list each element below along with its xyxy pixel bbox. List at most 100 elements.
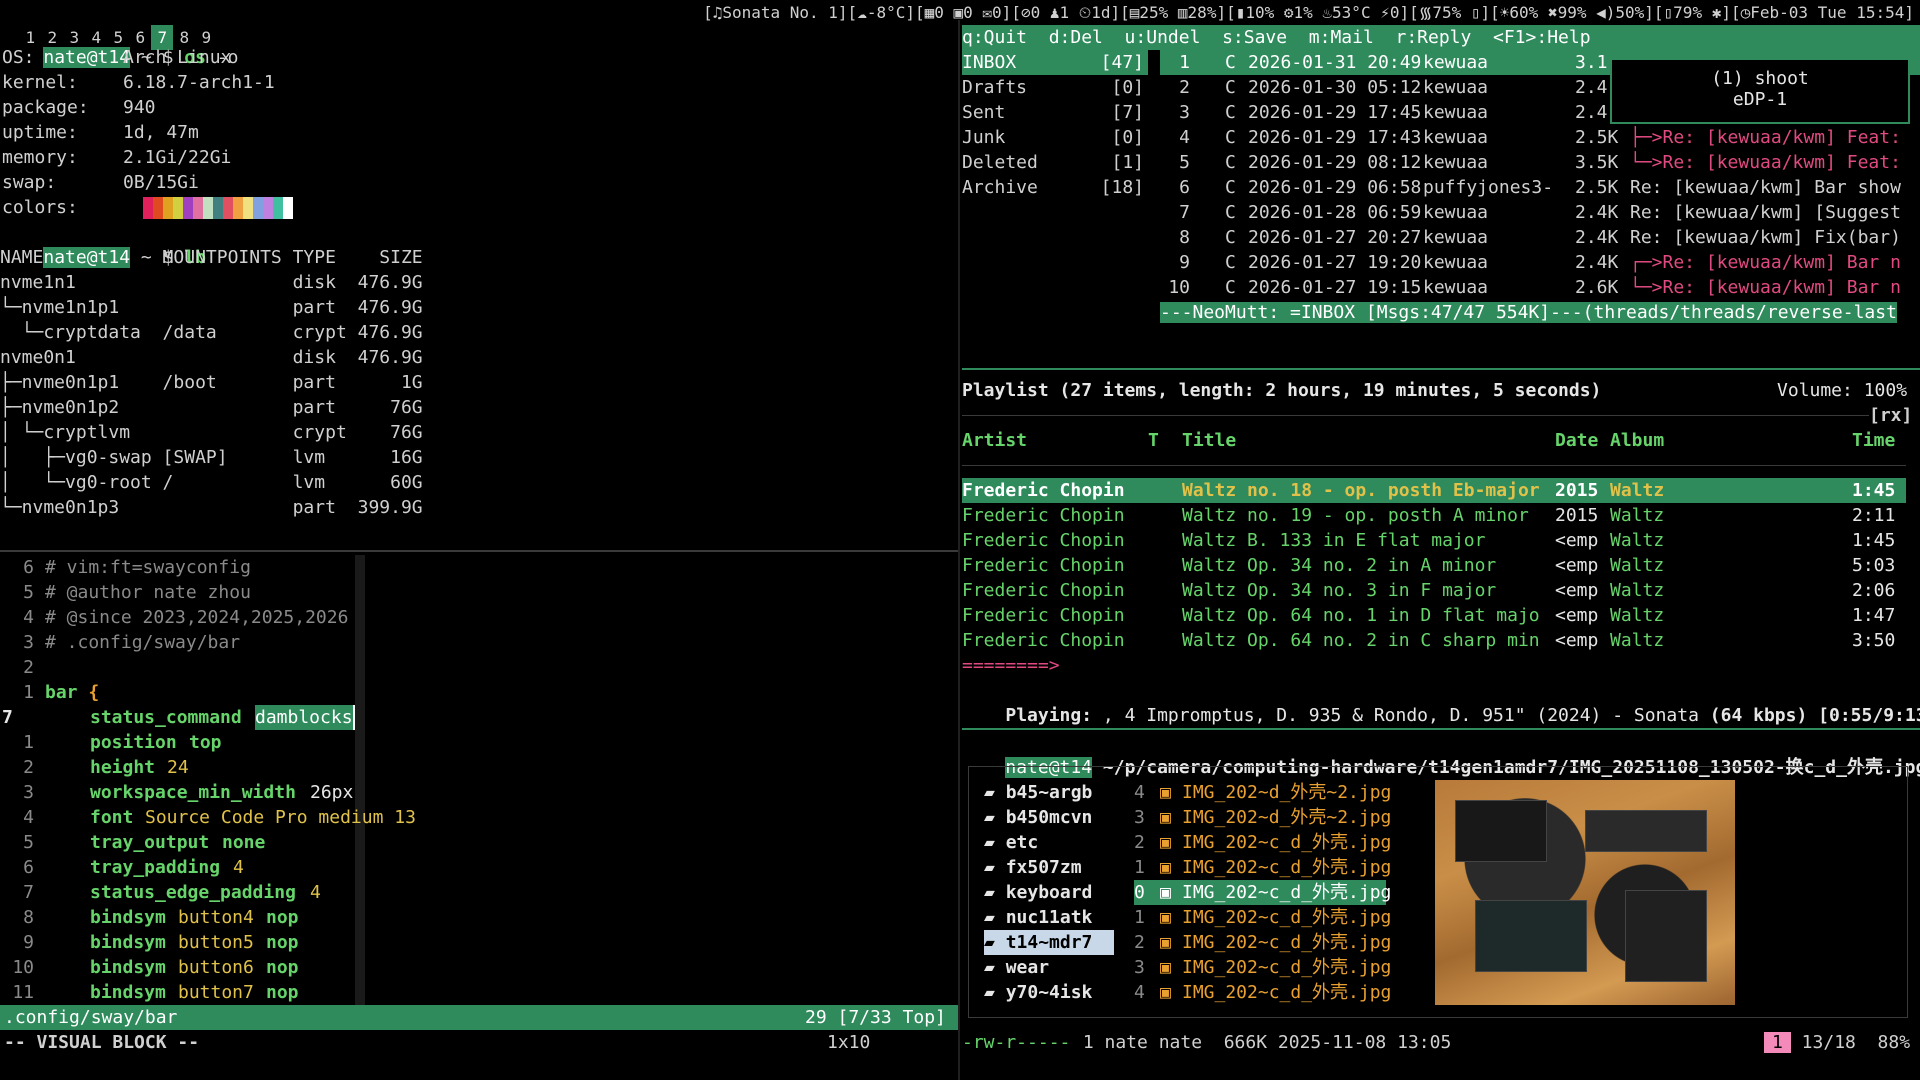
code-line: 2 height 24 [0, 755, 958, 780]
dir-item[interactable]: ▰ t14~mdr7 [984, 930, 1114, 955]
terminal-shell[interactable]: nate@t14 ~ $ os -o OS: Arch Linux kernel: 6… [0, 20, 958, 550]
line-number: 2 [23, 757, 34, 778]
folder-icon: ▰ [984, 932, 1006, 953]
file-item[interactable]: 4 ▣ IMG_202~c_d_外壳.jpg [1134, 980, 1391, 1005]
line-number: 4 [23, 607, 34, 628]
file-item[interactable]: 3 ▣ IMG_202~c_d_外壳.jpg [1134, 955, 1391, 980]
file-item[interactable]: 0 ▣ IMG_202~c_d_外壳.jpg [1134, 880, 1391, 905]
line-number: 1 [23, 732, 34, 753]
mailbox-inbox[interactable]: INBOX [47] [962, 50, 1148, 75]
code-line: 5 # @author nate zhou [0, 580, 958, 605]
tab-badge[interactable]: 1 [1764, 1032, 1791, 1053]
track-row[interactable]: Frederic Chopin Waltz Op. 64 no. 2 in C s… [962, 628, 1906, 653]
lsblk-header: NAME MOUNTPOINTS TYPE SIZE [0, 247, 423, 268]
file-item[interactable]: 4 ▣ IMG_202~d_外壳~2.jpg [1134, 780, 1391, 805]
mailbox-archive[interactable]: Archive [18] [962, 175, 1148, 200]
dir-item[interactable]: ▰ y70~4isk [984, 980, 1114, 1005]
info-line: OS: Arch Linux [2, 47, 232, 68]
message-row[interactable]: 9 C 2026-01-27 19:20 kewuaa 2.4K ┌─>Re: [kewu… [1160, 250, 1920, 275]
progress-bar[interactable]: ========> [962, 653, 1920, 678]
image-file-icon: ▣ [1160, 857, 1171, 878]
image-file-icon: ▣ [1160, 982, 1171, 1003]
dir-item[interactable]: ▰ nuc11atk [984, 905, 1114, 930]
dir-item[interactable]: ▰ b450mcvn [984, 805, 1114, 830]
lsblk-row: nvme1n1 disk 476.9G [0, 272, 423, 293]
vim-mode-line: -- VISUAL BLOCK -- 1x10 [0, 1030, 958, 1055]
popup-title: (1) shoot [1711, 68, 1809, 89]
code-line: 6 # vim:ft=swayconfig [0, 555, 958, 580]
mailbox-junk[interactable]: Junk [0] [962, 125, 1148, 150]
message-row[interactable]: 4 C 2026-01-29 17:43 kewuaa 2.5K ├─>Re: [kewu… [1160, 125, 1920, 150]
volume: Volume: 100% [1777, 380, 1908, 401]
popup-subtitle: eDP-1 [1732, 89, 1788, 110]
folder-icon: ▰ [984, 807, 1006, 828]
lsblk-row: │ └─vg0-root / lvm 60G [0, 472, 423, 493]
track-row[interactable]: Frederic Chopin Waltz Op. 64 no. 1 in D f… [962, 603, 1906, 628]
mailbox-deleted[interactable]: Deleted [1] [962, 150, 1148, 175]
message-row[interactable]: 8 C 2026-01-27 20:27 kewuaa 2.4K Re: [kewuaa/… [1160, 225, 1920, 250]
lsblk-row: └─nvme1n1p1 part 476.9G [0, 297, 423, 318]
code-line: 2 [0, 655, 958, 680]
image-file-icon: ▣ [1160, 832, 1171, 853]
folder-icon: ▰ [984, 857, 1006, 878]
file-item[interactable]: 2 ▣ IMG_202~c_d_外壳.jpg [1134, 830, 1391, 855]
mailbox-drafts[interactable]: Drafts [0] [962, 75, 1148, 100]
file-item[interactable]: 3 ▣ IMG_202~d_外壳~2.jpg [1134, 805, 1391, 830]
image-file-icon: ▣ [1160, 782, 1171, 803]
code-line: 3 workspace_min_width 26px [0, 780, 958, 805]
notification-popup[interactable]: (1) shoot eDP-1 [1610, 58, 1910, 124]
mutt-status-bar: ---NeoMutt: =INBOX [Msgs:47/47 554K]---(… [1160, 302, 1897, 323]
message-row[interactable]: 6 C 2026-01-29 06:58 puffyjones3- 2.5K Re: [k… [1160, 175, 1920, 200]
line-number: 7 [2, 707, 13, 728]
dir-item[interactable]: ▰ keyboard [984, 880, 1114, 905]
code-line: 10 bindsym button6 nop [0, 955, 958, 980]
track-row[interactable]: Frederic Chopin Waltz Op. 34 no. 3 in F m… [962, 578, 1906, 603]
file-item[interactable]: 1 ▣ IMG_202~c_d_外壳.jpg [1134, 855, 1391, 880]
code-line: 6 tray_padding 4 [0, 855, 958, 880]
line-number: 8 [23, 907, 34, 928]
code-line: 3 # .config/sway/bar [0, 630, 958, 655]
player-flags: [rx] [1869, 403, 1913, 428]
vim-editor[interactable]: 6 # vim:ft=swayconfig 5 # @author nate zhou… [0, 555, 958, 1080]
line-number: 5 [23, 582, 34, 603]
track-row[interactable]: Frederic Chopin Waltz Op. 34 no. 2 in A m… [962, 553, 1906, 578]
mutt-help-bar: q:Quit d:Del u:Undel s:Save m:Mail r:Rep… [962, 25, 1920, 50]
track-row[interactable]: Frederic Chopin Waltz no. 19 - op. posth … [962, 503, 1906, 528]
dir-item[interactable]: ▰ wear [984, 955, 1114, 980]
line-number: 10 [12, 957, 34, 978]
message-row[interactable]: 5 C 2026-01-29 08:12 kewuaa 3.5K └─>Re: [kewu… [1160, 150, 1920, 175]
image-preview [1435, 780, 1735, 1005]
track-row[interactable]: Frederic Chopin Waltz B. 133 in E flat ma… [962, 528, 1906, 553]
code-line: 5 tray_output none [0, 830, 958, 855]
mailbox-sent[interactable]: Sent [7] [962, 100, 1148, 125]
image-file-icon: ▣ [1160, 907, 1171, 928]
line-number: 4 [23, 807, 34, 828]
message-row[interactable]: 10 C 2026-01-27 19:15 kewuaa 2.6K └─>Re: [kew… [1160, 275, 1920, 300]
track-row[interactable]: Frederic Chopin Waltz no. 18 - op. posth … [962, 478, 1906, 503]
playlist-header: Playlist (27 items, length: 2 hours, 19 … [962, 380, 1908, 401]
image-file-icon: ▣ [1160, 957, 1171, 978]
info-line: package: 940 [2, 97, 156, 118]
line-number: 11 [12, 982, 34, 1003]
lsblk-row: └─cryptdata /data crypt 476.9G [0, 322, 423, 343]
now-playing: Playing: , 4 Impromptus, D. 935 & Rondo,… [1005, 705, 1920, 726]
ranger-footer: -rw-r----- 1 nate nate 666K 2025-11-08 1… [962, 1032, 1911, 1053]
dir-item[interactable]: ▰ etc [984, 830, 1114, 855]
playlist-columns: Artist T Title Date Album Time [962, 430, 1896, 451]
prompt-line-1: nate@t14 ~ $ os -o [43, 47, 239, 68]
line-number: 5 [23, 832, 34, 853]
image-file-icon: ▣ [1160, 882, 1171, 903]
file-item[interactable]: 2 ▣ IMG_202~c_d_外壳.jpg [1134, 930, 1391, 955]
vim-mode: -- VISUAL BLOCK -- [4, 1032, 200, 1053]
music-player[interactable]: Playlist (27 items, length: 2 hours, 19 … [962, 378, 1920, 728]
line-number: 7 [23, 882, 34, 903]
message-row[interactable]: 7 C 2026-01-28 06:59 kewuaa 2.4K Re: [kewuaa/… [1160, 200, 1920, 225]
code-line: 7 status_edge_padding 4 [0, 880, 958, 905]
folder-icon: ▰ [984, 982, 1006, 1003]
dir-item[interactable]: ▰ fx507zm [984, 855, 1114, 880]
dir-item[interactable]: ▰ b45~argb [984, 780, 1114, 805]
file-item[interactable]: 1 ▣ IMG_202~c_d_外壳.jpg [1134, 905, 1391, 930]
line-number: 2 [23, 657, 34, 678]
ranger-path: nate@t14 ~/p/camera/computing-hardware/t… [1005, 757, 1920, 778]
line-number: 9 [23, 932, 34, 953]
